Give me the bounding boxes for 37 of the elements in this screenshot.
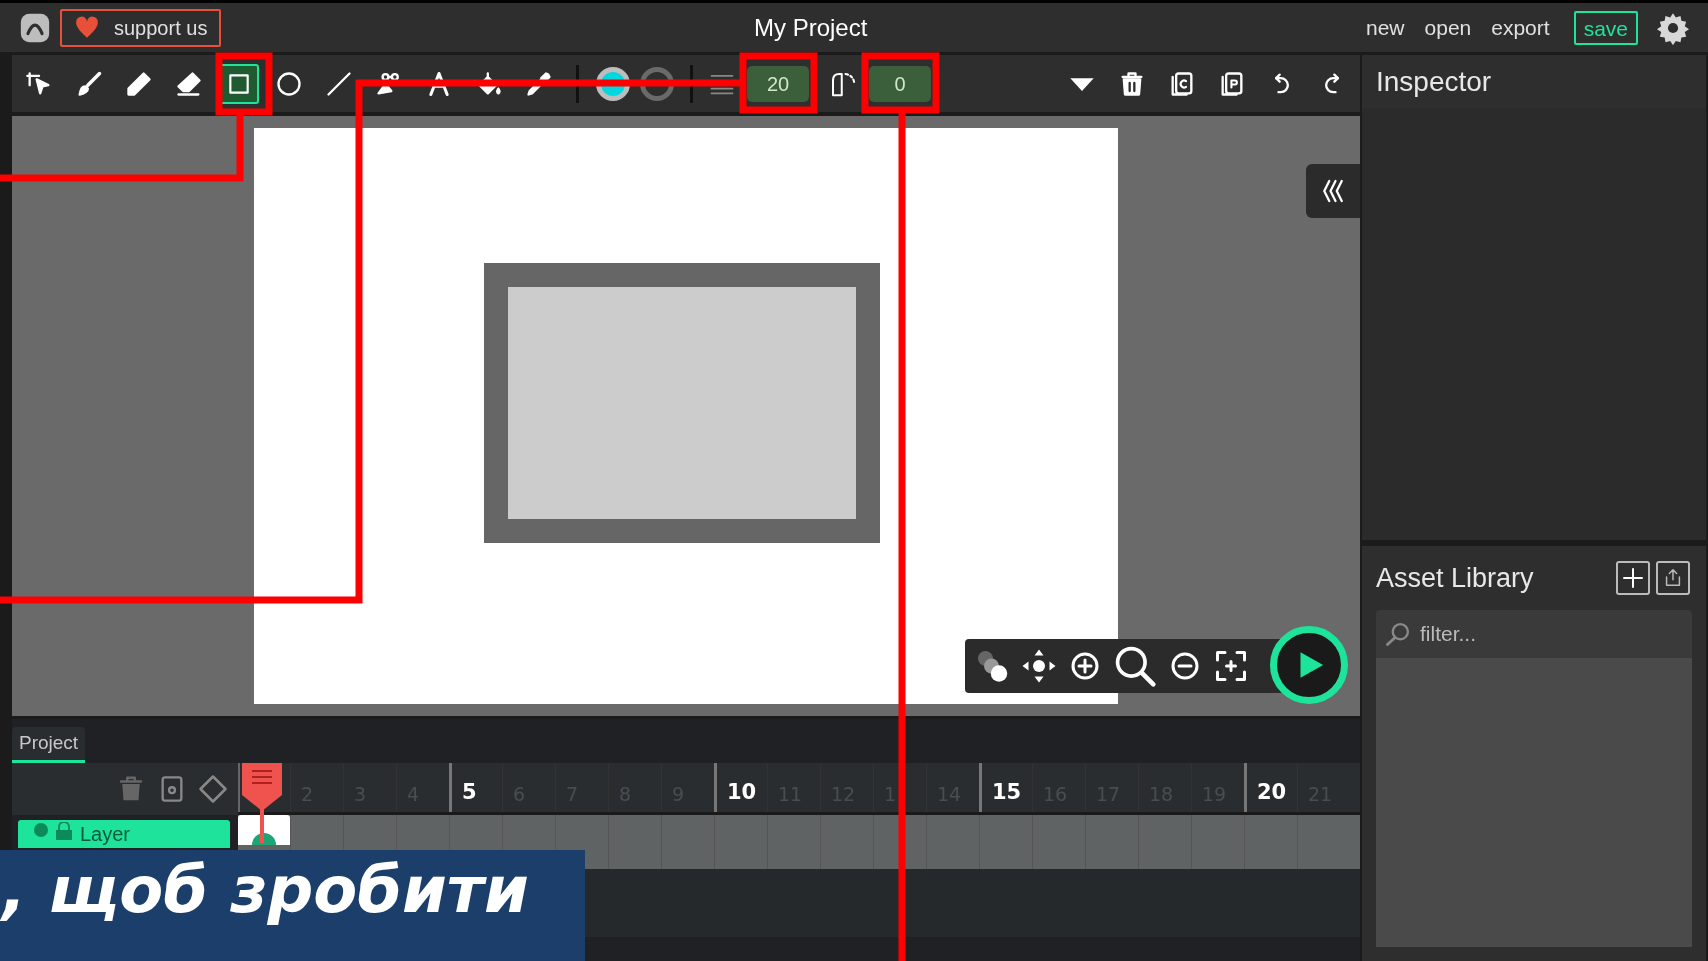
asset-library-title: Asset Library	[1376, 561, 1535, 595]
playhead[interactable]	[242, 763, 282, 843]
layer-item[interactable]: Layer	[18, 820, 230, 848]
pan-icon[interactable]	[1021, 648, 1057, 684]
lock-icon[interactable]	[56, 822, 72, 840]
ellipse-icon	[275, 69, 303, 98]
export-asset-button[interactable]	[1656, 561, 1690, 595]
eraser-icon	[175, 69, 203, 98]
highlight-frame	[215, 52, 273, 116]
eyedropper-icon	[525, 69, 553, 98]
save-button[interactable]: save	[1573, 10, 1638, 45]
frame-number: 5	[462, 778, 477, 806]
filter-input[interactable]: filter...	[1420, 618, 1692, 650]
eye-icon[interactable]	[34, 822, 48, 838]
search-icon	[1384, 620, 1412, 648]
filter-field[interactable]: filter...	[1376, 610, 1692, 658]
menu-link[interactable]: export	[1485, 11, 1556, 44]
collapse-panel-button[interactable]	[1306, 164, 1360, 218]
line-icon	[325, 69, 353, 98]
menu-link[interactable]: open	[1418, 11, 1478, 44]
frame-number: 10	[727, 778, 757, 806]
brush-size-field[interactable]: 20	[747, 65, 809, 102]
keyframe-cell[interactable]	[238, 815, 290, 845]
stroke-color-swatch[interactable]	[640, 66, 674, 101]
project-title: My Project	[753, 12, 869, 43]
frame-number: 20	[1257, 778, 1287, 806]
frame-number: 15	[992, 778, 1022, 806]
add-asset-button[interactable]	[1616, 561, 1650, 595]
search-icon[interactable]	[1113, 644, 1157, 688]
menu-link[interactable]: new	[1360, 11, 1411, 44]
pencil-icon	[125, 69, 153, 98]
fit-screen-icon[interactable]	[1213, 648, 1249, 684]
support-button[interactable]: support us	[60, 8, 222, 47]
keyframe-diamond-icon[interactable]	[198, 774, 228, 804]
corner-radius-field[interactable]: 0	[869, 65, 931, 102]
plus-icon	[1621, 566, 1645, 590]
timeline-tab[interactable]: Project	[12, 727, 86, 763]
